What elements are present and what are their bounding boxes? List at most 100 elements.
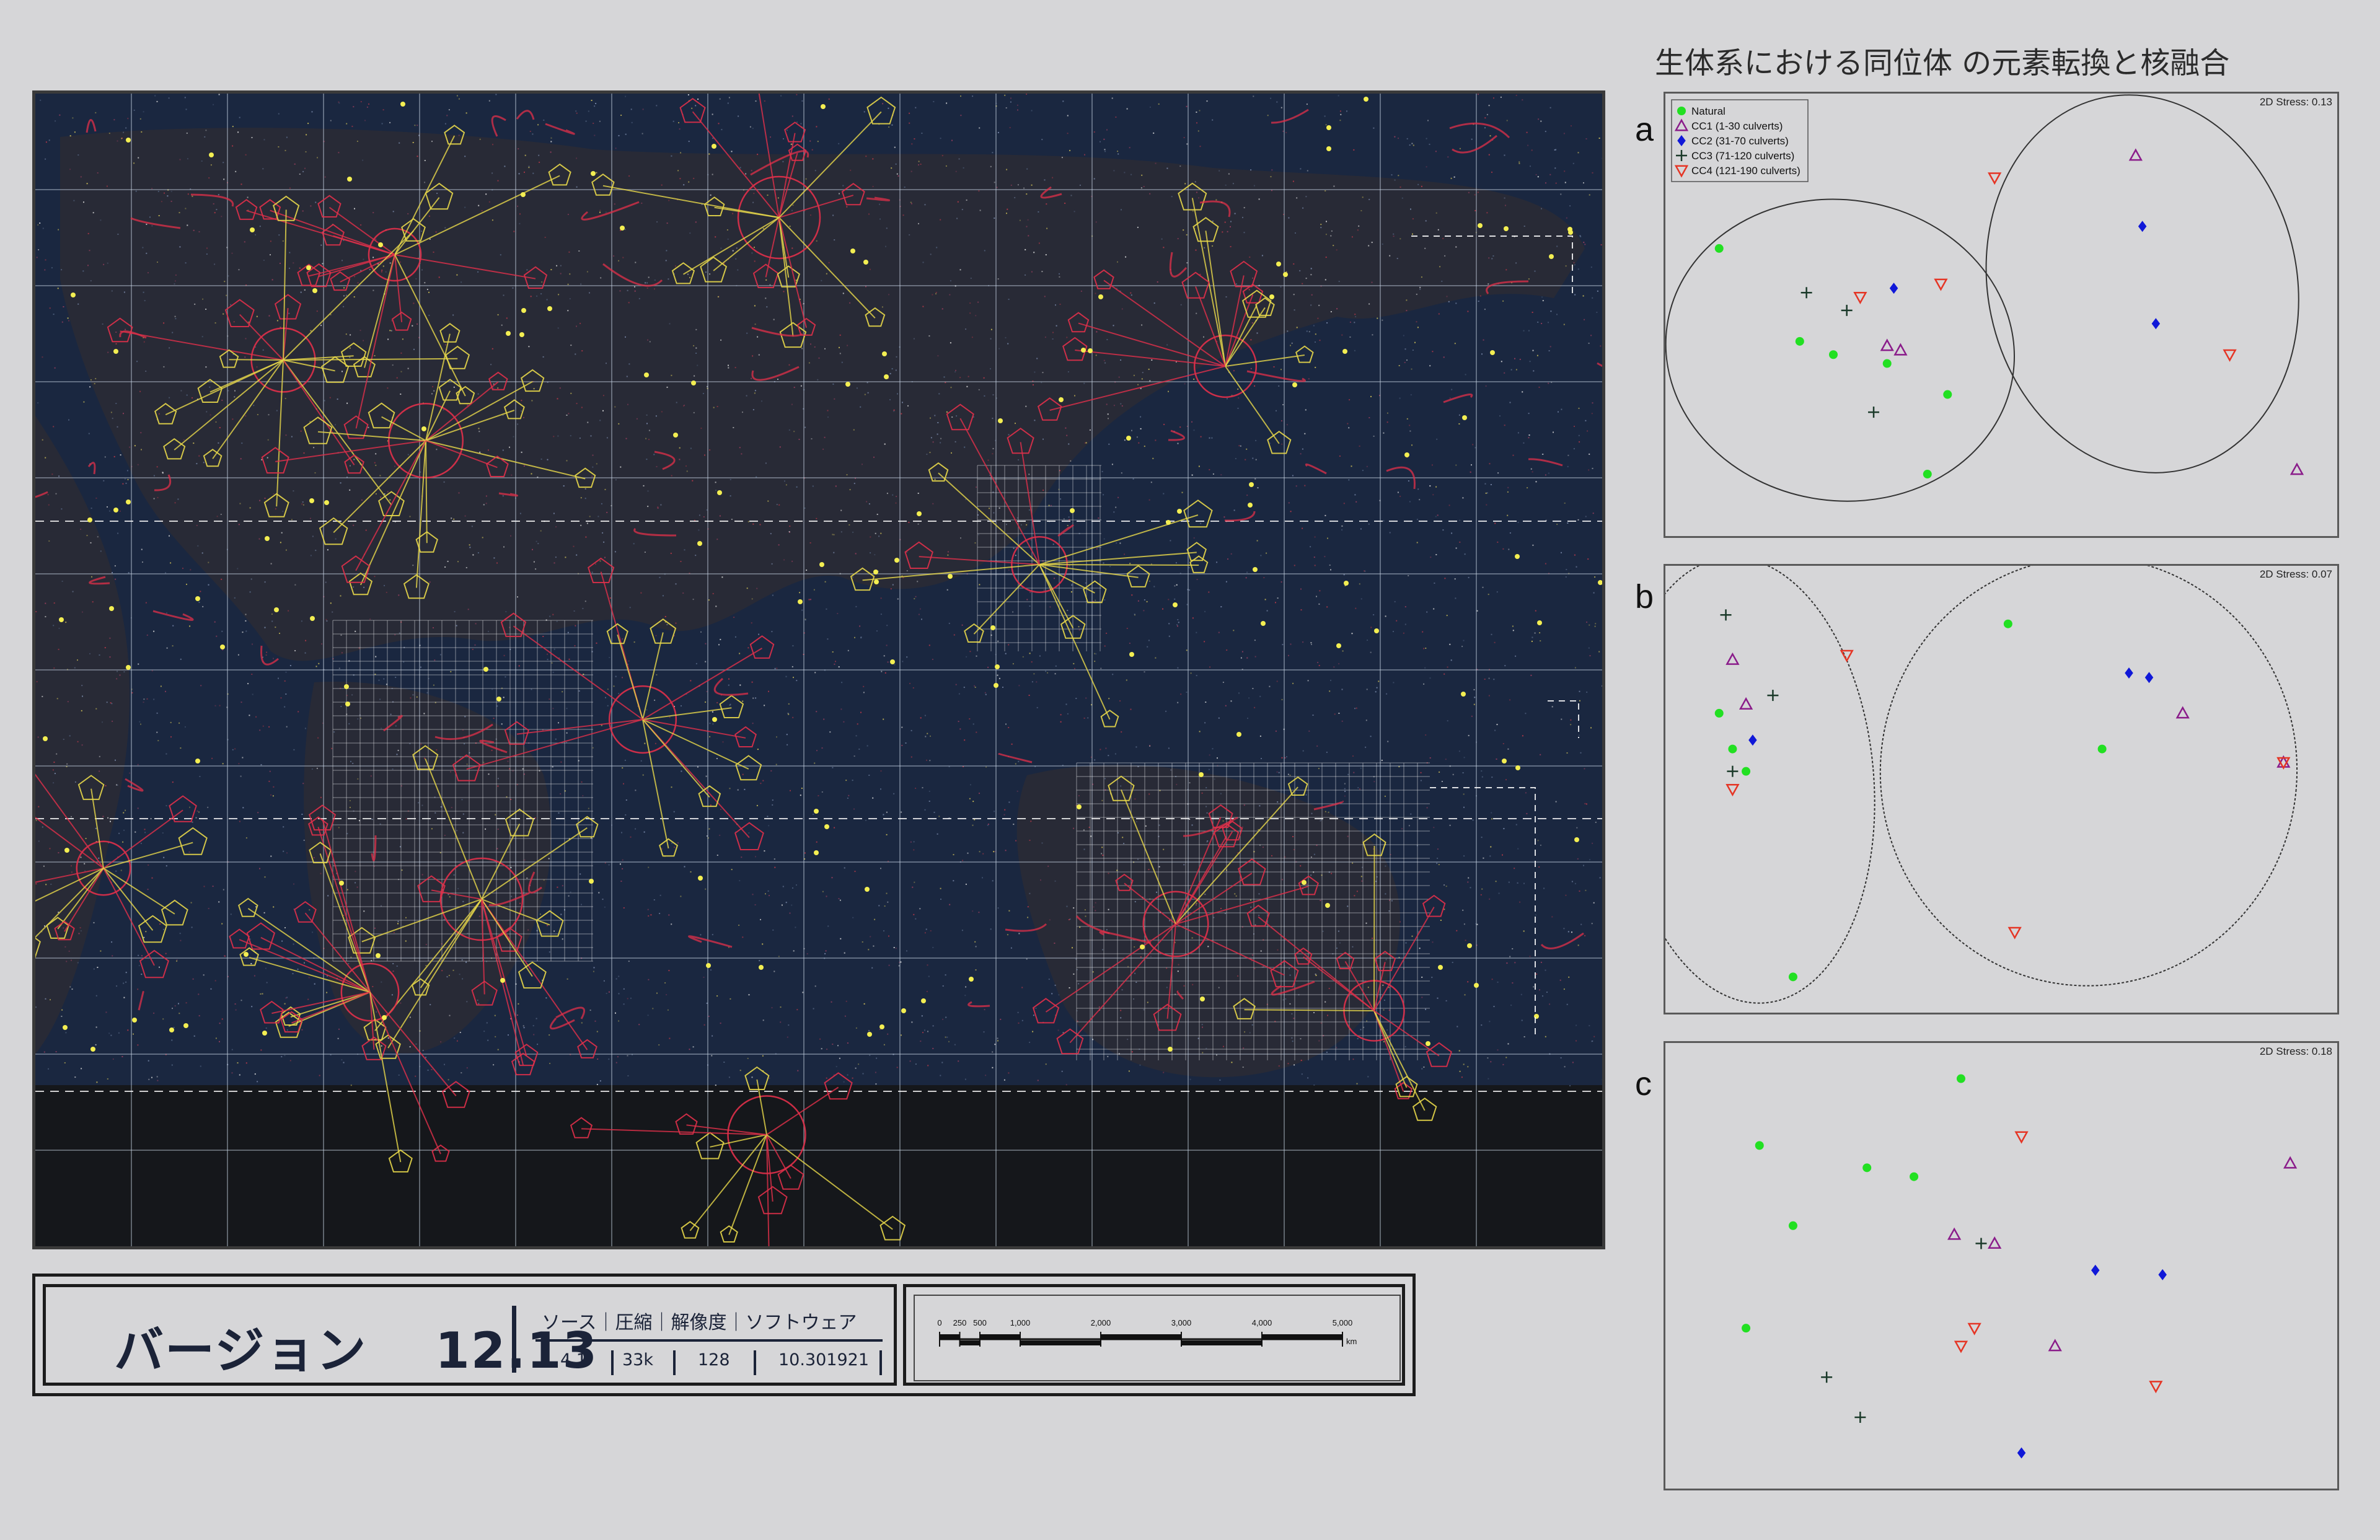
speckle-dot [286, 726, 288, 728]
speckle-dot [216, 209, 218, 211]
speckle-dot [596, 1084, 598, 1085]
speckle-dot [941, 1062, 943, 1063]
speckle-dot [974, 685, 976, 687]
speckle-dot [961, 624, 963, 626]
speckle-dot [177, 498, 179, 500]
speckle-dot [400, 1002, 402, 1004]
speckle-dot [715, 490, 716, 491]
speckle-dot [790, 143, 792, 145]
speckle-dot [878, 535, 880, 537]
speckle-dot [312, 931, 314, 933]
speckle-dot [1373, 127, 1375, 129]
speckle-dot [711, 1055, 713, 1057]
speckle-dot [185, 1002, 187, 1004]
speckle-dot [94, 383, 95, 385]
speckle-dot [1506, 962, 1508, 964]
speckle-dot [656, 105, 658, 107]
speckle-dot [1102, 949, 1103, 951]
speckle-dot [674, 847, 675, 848]
speckle-dot [402, 338, 403, 340]
speckle-dot [1545, 182, 1546, 184]
speckle-dot [708, 1016, 710, 1017]
speckle-dot [1200, 522, 1202, 524]
speckle-dot [1238, 692, 1240, 694]
speckle-dot [1134, 946, 1135, 948]
speckle-dot [273, 906, 275, 908]
speckle-dot [497, 180, 499, 182]
speckle-dot [539, 913, 541, 915]
speckle-dot [906, 570, 908, 571]
speckle-dot [1486, 504, 1488, 506]
speckle-dot [1452, 773, 1454, 775]
speckle-dot [1112, 674, 1114, 675]
speckle-dot [566, 732, 568, 734]
speckle-dot [955, 170, 957, 172]
speckle-dot [71, 959, 72, 961]
speckle-dot [855, 735, 857, 737]
speckle-dot [661, 411, 663, 413]
speckle-dot [1338, 663, 1340, 665]
speckle-dot [816, 126, 818, 128]
speckle-dot [82, 695, 83, 697]
speckle-dot [1589, 624, 1590, 626]
speckle-dot [281, 940, 283, 942]
speckle-dot [1449, 824, 1451, 826]
speckle-dot [591, 100, 593, 101]
speckle-dot [192, 821, 193, 823]
speckle-dot [1261, 758, 1262, 759]
speckle-dot [1095, 599, 1096, 601]
speckle-dot [1228, 173, 1230, 175]
speckle-dot [627, 403, 628, 405]
speckle-dot [839, 193, 840, 195]
speckle-dot [48, 540, 50, 542]
speckle-dot [1471, 138, 1473, 140]
speckle-dot [1059, 276, 1060, 278]
speckle-dot [244, 241, 245, 243]
speckle-dot [496, 848, 498, 850]
speckle-dot [1426, 611, 1428, 613]
speckle-dot [1015, 840, 1017, 842]
speckle-dot [1020, 524, 1022, 526]
speckle-dot [337, 398, 338, 400]
speckle-dot [113, 455, 115, 457]
speckle-dot [1520, 993, 1522, 995]
speckle-dot [1186, 604, 1188, 605]
speckle-dot [1558, 411, 1559, 413]
speckle-dot [1564, 502, 1566, 504]
speckle-dot [53, 782, 55, 784]
speckle-dot [81, 1068, 82, 1070]
speckle-dot [1563, 323, 1565, 325]
speckle-dot [1140, 428, 1142, 429]
speckle-dot [218, 901, 220, 903]
speckle-dot [42, 695, 43, 697]
speckle-dot [653, 899, 655, 900]
speckle-dot [646, 709, 648, 711]
speckle-dot [194, 303, 196, 305]
speckle-dot [221, 216, 223, 218]
speckle-dot [535, 568, 537, 570]
speckle-dot [519, 902, 521, 904]
speckle-dot [947, 551, 949, 553]
speckle-dot [1135, 746, 1137, 748]
speckle-dot [493, 557, 495, 559]
speckle-dot [956, 415, 958, 417]
speckle-dot [1408, 480, 1409, 482]
speckle-dot [769, 895, 770, 897]
speckle-dot [1385, 893, 1386, 895]
speckle-dot [450, 771, 452, 773]
speckle-dot [68, 320, 69, 322]
speckle-dot [1564, 182, 1566, 183]
speckle-dot [1324, 115, 1326, 117]
speckle-dot [170, 200, 172, 202]
speckle-dot [424, 757, 426, 759]
speckle-dot [1104, 599, 1106, 601]
speckle-dot [847, 1042, 848, 1044]
speckle-dot [658, 1044, 660, 1046]
speckle-dot [382, 265, 384, 267]
speckle-dot [1060, 714, 1062, 716]
speckle-dot [214, 621, 216, 623]
speckle-dot [811, 438, 813, 440]
speckle-dot [782, 886, 784, 887]
speckle-dot [1589, 1025, 1590, 1027]
speckle-dot [1319, 340, 1321, 341]
